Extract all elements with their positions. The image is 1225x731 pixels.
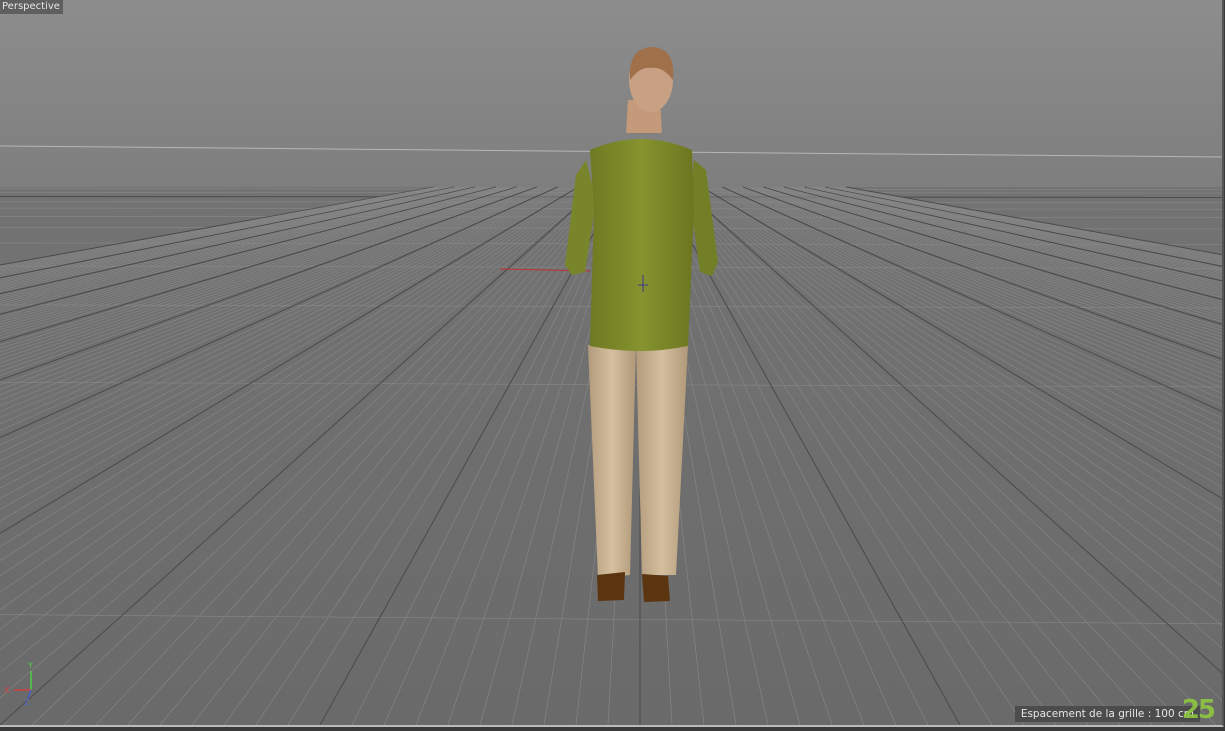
watermark-logo: 25 (1181, 695, 1216, 725)
grid-spacing-info: Espacement de la grille : 100 cm (1014, 706, 1200, 722)
z-axis-label: Z (24, 698, 30, 707)
view-name-label[interactable]: Perspective (0, 0, 63, 14)
3d-scene[interactable] (0, 0, 1222, 725)
y-axis-label: Y (28, 661, 33, 670)
left-shoe (597, 572, 625, 601)
torso-shirt (590, 139, 694, 351)
x-axis-label: X (4, 686, 10, 695)
right-shoe (642, 574, 670, 602)
perspective-viewport[interactable]: Y X Z Perspective Espacement de la grill… (0, 0, 1224, 727)
